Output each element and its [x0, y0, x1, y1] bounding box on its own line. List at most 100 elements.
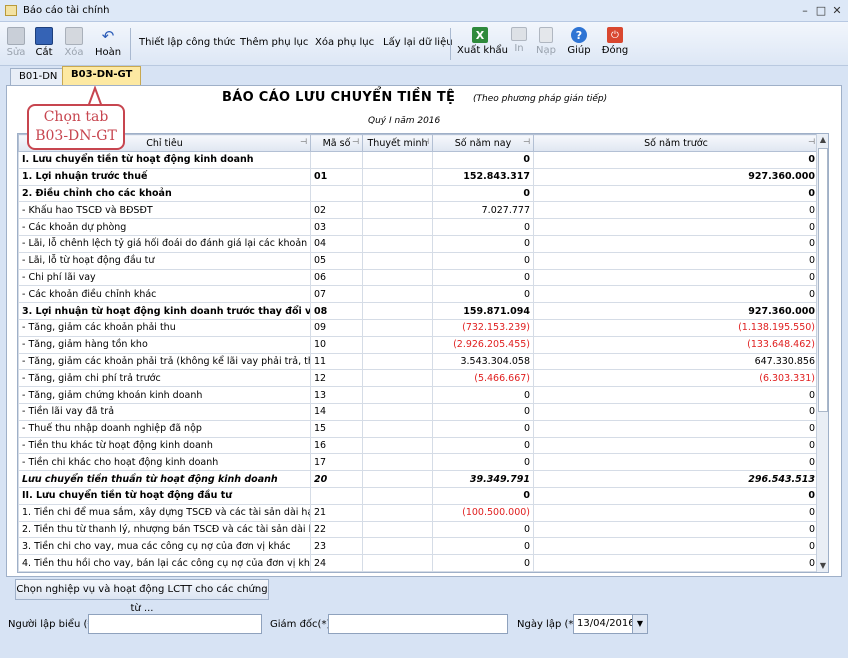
table-row[interactable]: 1. Lợi nhuận trước thuế 01 152.843.317 927.… [18, 167, 819, 186]
cell-current-year[interactable]: 0 [432, 234, 534, 253]
table-row[interactable]: - Tăng, giảm các khoản phải trả (không k… [18, 352, 819, 371]
cell-item[interactable]: - Tiền chi khác cho hoạt động kinh doanh [18, 453, 311, 472]
cell-note[interactable] [362, 419, 433, 438]
preparer-input[interactable] [88, 614, 262, 634]
cell-item[interactable]: 2. Điều chỉnh cho các khoản [18, 184, 311, 203]
cell-item[interactable]: 4. Tiền thu hồi cho vay, bán lại các côn… [18, 554, 311, 572]
cell-note[interactable] [362, 285, 433, 304]
cell-current-year[interactable]: 0 [432, 453, 534, 472]
table-row[interactable]: - Tăng, giảm các khoản phải thu 09 (732.15… [18, 318, 819, 337]
minimize-button[interactable]: – [798, 4, 812, 18]
column-header-note[interactable]: Thuyết minh ⊣ [362, 134, 433, 152]
column-header-previous-year[interactable]: Số năm trước ⊣ [533, 134, 819, 152]
cell-current-year[interactable]: 0 [432, 537, 534, 556]
cell-previous-year[interactable]: 647.330.856 [533, 352, 819, 371]
cell-previous-year[interactable]: 0 [533, 537, 819, 556]
cell-note[interactable] [362, 537, 433, 556]
cut-button[interactable]: Cắt [32, 25, 56, 63]
cell-previous-year[interactable]: (6.303.331) [533, 369, 819, 388]
cell-note[interactable] [362, 369, 433, 388]
setup-formula-button[interactable]: Thiết lập công thức [139, 37, 235, 48]
load-button[interactable]: Nạp [535, 25, 557, 63]
table-row[interactable]: - Các khoản dự phòng 03 0 0 [18, 218, 819, 236]
table-row[interactable]: - Lãi, lỗ chênh lệch tỷ giá hối đoái do … [18, 234, 819, 253]
scroll-thumb[interactable] [818, 148, 828, 412]
cell-item[interactable]: - Tăng, giảm chứng khoán kinh doanh [18, 386, 311, 404]
cell-code[interactable]: 22 [310, 520, 363, 539]
cell-item[interactable]: - Tăng, giảm các khoản phải thu [18, 318, 311, 337]
help-button[interactable]: ? Giúp [566, 25, 592, 63]
cell-item[interactable]: 3. Lợi nhuận từ hoạt động kinh doanh trư… [18, 302, 311, 320]
cell-note[interactable] [362, 201, 433, 220]
cell-code[interactable]: 15 [310, 419, 363, 438]
cell-item[interactable]: - Thuế thu nhập doanh nghiệp đã nộp [18, 419, 311, 438]
cell-note[interactable] [362, 352, 433, 371]
table-row[interactable]: - Tăng, giảm chi phí trả trước 12 (5.466.6… [18, 369, 819, 388]
cell-note[interactable] [362, 151, 433, 169]
cell-code[interactable]: 05 [310, 251, 363, 270]
cell-code[interactable]: 20 [310, 470, 363, 488]
table-row[interactable]: - Tăng, giảm hàng tồn kho 10 (2.926.205.45… [18, 335, 819, 354]
cell-current-year[interactable]: 0 [432, 554, 534, 572]
cell-current-year[interactable]: 0 [432, 251, 534, 270]
cell-item[interactable]: - Các khoản dự phòng [18, 218, 311, 236]
table-row[interactable]: - Lãi, lỗ từ hoạt động đầu tư 05 0 0 [18, 251, 819, 270]
cell-item[interactable]: - Tăng, giảm hàng tồn kho [18, 335, 311, 354]
cell-item[interactable]: - Lãi, lỗ từ hoạt động đầu tư [18, 251, 311, 270]
cell-previous-year[interactable]: 0 [533, 251, 819, 270]
cell-code[interactable]: 25 [310, 570, 363, 572]
table-row[interactable]: 5. Tiền chi đầu tư góp vốn vào đơn vị kh… [18, 570, 819, 572]
remove-appendix-button[interactable]: Xóa phụ lục [315, 37, 374, 48]
close-button[interactable]: ⏻ Đóng [601, 25, 629, 63]
cell-previous-year[interactable]: (1.138.195.550) [533, 318, 819, 337]
cell-item[interactable]: 5. Tiền chi đầu tư góp vốn vào đơn vị kh… [18, 570, 311, 572]
cell-note[interactable] [362, 402, 433, 421]
table-row[interactable]: - Tiền thu khác từ hoạt động kinh doanh 1… [18, 436, 819, 455]
cell-item[interactable]: - Khấu hao TSCĐ và BĐSĐT [18, 201, 311, 220]
cell-note[interactable] [362, 184, 433, 203]
cell-previous-year[interactable]: (133.648.462) [533, 335, 819, 354]
table-row[interactable]: I. Lưu chuyển tiền từ hoạt động kinh doa… [18, 151, 819, 169]
cell-previous-year[interactable]: 0 [533, 503, 819, 522]
table-row[interactable]: Lưu chuyển tiền thuần từ hoạt động kinh … [18, 470, 819, 488]
cell-note[interactable] [362, 386, 433, 404]
cell-code[interactable]: 04 [310, 234, 363, 253]
cell-code[interactable]: 07 [310, 285, 363, 304]
cell-current-year[interactable]: 0 [432, 402, 534, 421]
reload-data-button[interactable]: Lấy lại dữ liệu [383, 37, 453, 48]
table-row[interactable]: 3. Lợi nhuận từ hoạt động kinh doanh trư… [18, 302, 819, 320]
cell-item[interactable]: - Lãi, lỗ chênh lệch tỷ giá hối đoái do … [18, 234, 311, 253]
cell-previous-year[interactable]: 0 [533, 520, 819, 539]
cell-current-year[interactable]: 0 [432, 419, 534, 438]
cell-code[interactable]: 13 [310, 386, 363, 404]
cell-current-year[interactable]: 152.843.317 [432, 167, 534, 186]
cell-previous-year[interactable]: 0 [533, 268, 819, 287]
cell-note[interactable] [362, 554, 433, 572]
cell-current-year[interactable]: 0 [432, 486, 534, 505]
cell-code[interactable] [310, 151, 363, 169]
cell-current-year[interactable]: (2.926.205.455) [432, 335, 534, 354]
cell-item[interactable]: II. Lưu chuyển tiền từ hoạt động đầu tư [18, 486, 311, 505]
cell-code[interactable]: 02 [310, 201, 363, 220]
cell-current-year[interactable]: 7.027.777 [432, 201, 534, 220]
cell-item[interactable]: 1. Tiền chi để mua sắm, xây dựng TSCĐ và… [18, 503, 311, 522]
pin-icon[interactable]: ⊣ [523, 137, 530, 146]
cell-item[interactable]: 3. Tiền chi cho vay, mua các công cụ nợ … [18, 537, 311, 556]
cell-note[interactable] [362, 167, 433, 186]
pin-icon[interactable]: ⊣ [422, 137, 429, 146]
cell-current-year[interactable]: 0 [432, 268, 534, 287]
tab-b01-dn[interactable]: B01-DN [10, 68, 67, 85]
cell-previous-year[interactable]: 296.543.513 [533, 470, 819, 488]
cell-note[interactable] [362, 470, 433, 488]
cell-item[interactable]: 2. Tiền thu từ thanh lý, nhượng bán TSCĐ… [18, 520, 311, 539]
table-row[interactable]: II. Lưu chuyển tiền từ hoạt động đầu tư 0… [18, 486, 819, 505]
add-appendix-button[interactable]: Thêm phụ lục [240, 37, 308, 48]
select-cashflow-activity-button[interactable]: Chọn nghiệp vụ và hoạt động LCTT cho các… [15, 579, 269, 614]
cell-item[interactable]: I. Lưu chuyển tiền từ hoạt động kinh doa… [18, 151, 311, 169]
cell-note[interactable] [362, 520, 433, 539]
vertical-scrollbar[interactable]: ▲ ▼ [816, 134, 828, 572]
cell-current-year[interactable]: 0 [432, 151, 534, 169]
table-row[interactable]: 3. Tiền chi cho vay, mua các công cụ nợ … [18, 537, 819, 556]
cell-code[interactable]: 03 [310, 218, 363, 236]
cell-current-year[interactable]: 0 [432, 520, 534, 539]
